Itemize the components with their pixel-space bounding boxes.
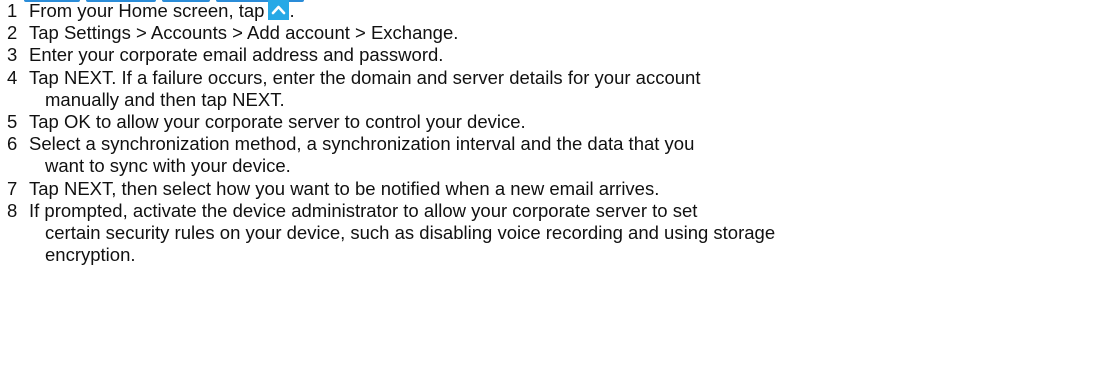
step-text-line: Enter your corporate email address and p… bbox=[29, 44, 444, 66]
step-text-line: Tap NEXT, then select how you want to be… bbox=[29, 177, 660, 199]
step-number: 1 bbox=[7, 0, 18, 21]
step-5: 5 Tap OK to allow your corporate server … bbox=[0, 111, 1095, 133]
step-number: 6 bbox=[7, 133, 18, 155]
up-arrow-icon bbox=[268, 0, 290, 20]
step-text-line: If prompted, activate the device adminis… bbox=[29, 199, 698, 221]
step-text-line: Tap OK to allow your corporate server to… bbox=[29, 111, 526, 133]
step-3: 3 Enter your corporate email address and… bbox=[0, 44, 1095, 66]
step-text-line: want to sync with your device. bbox=[45, 155, 291, 177]
instruction-steps: 1 From your Home screen, tap. 2 Tap Sett… bbox=[0, 0, 1095, 266]
step-text: From your Home screen, tap. bbox=[0, 0, 1095, 22]
step-text-line: encryption. bbox=[45, 244, 136, 266]
step-8: 8 If prompted, activate the device admin… bbox=[0, 200, 1095, 267]
step-text-line: certain security rules on your device, s… bbox=[45, 222, 776, 244]
step-number: 4 bbox=[7, 66, 18, 88]
step-2: 2 Tap Settings > Accounts > Add account … bbox=[0, 22, 1095, 44]
step-number: 8 bbox=[7, 199, 18, 221]
step-text-line: Tap NEXT. If a failure occurs, enter the… bbox=[29, 66, 701, 88]
step-number: 5 bbox=[7, 111, 18, 133]
step-text-line: manually and then tap NEXT. bbox=[45, 88, 285, 110]
step-number: 3 bbox=[7, 44, 18, 66]
step-text-line: Tap Settings > Accounts > Add account > … bbox=[29, 22, 459, 44]
step-number: 7 bbox=[7, 177, 18, 199]
step-4: 4 Tap NEXT. If a failure occurs, enter t… bbox=[0, 67, 1095, 111]
step-text-before-icon: From your Home screen, tap bbox=[29, 0, 265, 21]
step-1: 1 From your Home screen, tap. bbox=[0, 0, 1095, 22]
step-text-after-icon: . bbox=[289, 0, 295, 21]
step-number: 2 bbox=[7, 22, 18, 44]
step-7: 7 Tap NEXT, then select how you want to … bbox=[0, 178, 1095, 200]
step-6: 6 Select a synchronization method, a syn… bbox=[0, 133, 1095, 177]
step-text-line: Select a synchronization method, a synch… bbox=[29, 133, 695, 155]
